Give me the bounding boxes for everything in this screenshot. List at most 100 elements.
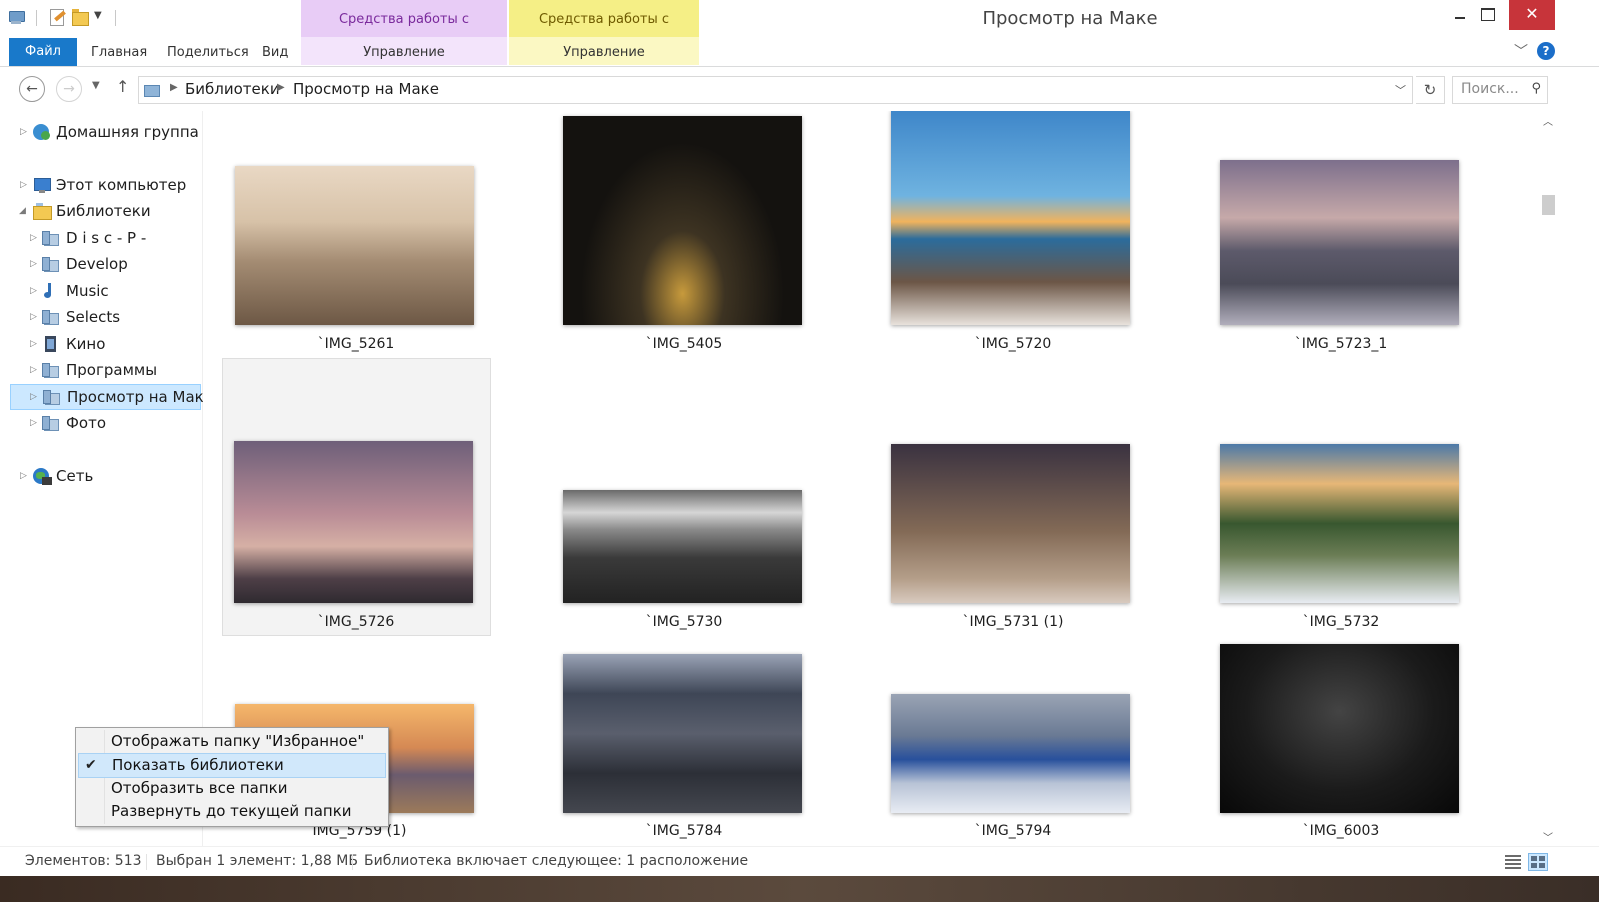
new-folder-icon[interactable]	[71, 8, 89, 26]
tree-item-this-pc[interactable]: ▷ Этот компьютер	[18, 173, 198, 197]
menu-item-show-all-folders[interactable]: Отобразить все папки	[78, 777, 384, 800]
computer-icon	[33, 177, 51, 193]
help-icon[interactable]: ?	[1537, 42, 1555, 60]
tab-file[interactable]: Файл	[9, 38, 77, 66]
tree-item-homegroup[interactable]: ▷ Домашняя группа	[18, 120, 199, 144]
expand-arrow-icon[interactable]: ▷	[30, 411, 37, 435]
status-separator	[352, 854, 353, 870]
tree-item-develop[interactable]: ▷ Develop	[28, 252, 198, 276]
thumbnail-image[interactable]	[234, 441, 473, 603]
pictures-library-icon	[42, 415, 60, 431]
menu-item-expand-to-current[interactable]: Развернуть до текущей папки	[78, 800, 384, 823]
menu-item-label: Показать библиотеки	[112, 756, 284, 774]
library-icon	[42, 230, 60, 246]
tab-home[interactable]: Главная	[91, 37, 147, 65]
thumbnail-image[interactable]	[891, 111, 1130, 325]
expand-arrow-icon[interactable]: ▷	[30, 332, 37, 356]
scroll-thumb[interactable]	[1542, 195, 1555, 215]
tab-manage-pictures[interactable]: Управление	[509, 37, 699, 65]
tree-item-programs[interactable]: ▷ Программы	[28, 358, 198, 382]
library-tools-title: Средства работы с библиотекой	[301, 0, 507, 67]
thumbnail-image[interactable]	[235, 166, 474, 325]
tree-label: Фото	[66, 414, 107, 432]
scroll-up-arrow-icon[interactable]: ︿	[1543, 113, 1553, 128]
thumbnail-image[interactable]	[563, 490, 802, 603]
breadcrumb-current[interactable]: Просмотр на Маке	[293, 80, 439, 98]
thumbnail-image[interactable]	[1220, 160, 1459, 325]
search-input[interactable]: Поиск... ⚲	[1452, 76, 1548, 104]
recent-locations-dropdown-icon[interactable]: ▼	[92, 80, 100, 91]
tree-label: Этот компьютер	[56, 176, 187, 194]
tab-share[interactable]: Поделиться	[167, 37, 249, 65]
search-placeholder: Поиск...	[1461, 81, 1519, 97]
thumbnail-image[interactable]	[563, 654, 802, 813]
breadcrumb-separator-icon[interactable]: ▶	[277, 82, 285, 93]
large-icons-view-icon[interactable]	[1528, 853, 1548, 871]
tree-item-disc[interactable]: ▷ D i s c - P -	[28, 226, 198, 250]
address-bar[interactable]: ▶ Библиотеки ▶ Просмотр на Маке ﹀	[138, 76, 1413, 104]
tree-label: D i s c - P -	[66, 229, 147, 247]
back-button[interactable]: ←	[19, 76, 45, 102]
tree-label: Домашняя группа	[56, 123, 199, 141]
breadcrumb-libraries[interactable]: Библиотеки	[185, 80, 280, 98]
tree-label: Сеть	[56, 467, 94, 485]
status-library-info: Библиотека включает следующее: 1 располо…	[364, 853, 749, 869]
tree-label: Программы	[66, 361, 158, 379]
music-library-icon	[44, 283, 62, 299]
details-view-icon[interactable]	[1505, 854, 1521, 869]
expand-arrow-icon[interactable]: ▷	[30, 279, 37, 303]
tree-label: Selects	[66, 308, 121, 326]
expand-arrow-icon[interactable]: ▷	[30, 252, 37, 276]
thumbnail-image[interactable]	[891, 694, 1130, 813]
tree-item-network[interactable]: ▷ Сеть	[18, 464, 198, 488]
tree-item-kino[interactable]: ▷ Кино	[28, 332, 198, 356]
expand-arrow-icon[interactable]: ▷	[30, 226, 37, 250]
maximize-button[interactable]	[1463, 0, 1509, 30]
address-dropdown-icon[interactable]: ﹀	[1395, 82, 1406, 98]
scroll-down-arrow-icon[interactable]: ﹀	[1543, 829, 1553, 844]
expand-arrow-icon[interactable]: ▷	[30, 385, 37, 409]
tree-item-mac-preview[interactable]: ▷ Просмотр на Маке	[10, 384, 213, 410]
thumbnail-image[interactable]	[1220, 644, 1459, 813]
up-arrow-icon[interactable]: ↑	[116, 77, 129, 96]
library-icon	[144, 82, 160, 98]
tree-label: Develop	[66, 255, 128, 273]
qat-customize-dropdown-icon[interactable]: ▼	[94, 10, 102, 21]
status-bar: Элементов: 513 Выбран 1 элемент: 1,88 МБ…	[0, 846, 1599, 877]
expand-arrow-icon[interactable]: ▷	[30, 305, 37, 329]
tree-item-music[interactable]: ▷ Music	[28, 279, 198, 303]
menu-item-show-libraries[interactable]: ✔ Показать библиотеки	[78, 753, 386, 778]
tree-item-photo[interactable]: ▷ Фото	[28, 411, 198, 435]
library-icon	[42, 362, 60, 378]
properties-icon[interactable]	[8, 8, 26, 26]
expand-arrow-icon[interactable]: ▷	[30, 358, 37, 382]
tab-view[interactable]: Вид	[262, 37, 288, 65]
expand-arrow-icon[interactable]: ▷	[20, 120, 27, 144]
thumbnail-image[interactable]	[891, 444, 1130, 603]
status-separator	[146, 854, 147, 870]
close-button[interactable]: ✕	[1509, 0, 1555, 30]
thumbnail-image[interactable]	[563, 116, 802, 325]
file-view: `IMG_5261 `IMG_5405 `IMG_5720 `IMG_5723_…	[203, 111, 1538, 846]
qat-separator	[115, 10, 116, 26]
search-icon[interactable]: ⚲	[1531, 81, 1541, 96]
thumbnail-image[interactable]	[1220, 444, 1459, 603]
tree-item-selects[interactable]: ▷ Selects	[28, 305, 198, 329]
file-name: `IMG_5784	[645, 823, 723, 839]
network-icon	[33, 468, 52, 485]
file-name: `IMG_5794	[974, 823, 1052, 839]
menu-item-show-favorites[interactable]: Отображать папку "Избранное"	[78, 730, 384, 753]
library-icon	[42, 309, 60, 325]
tab-manage-library[interactable]: Управление	[301, 37, 507, 65]
forward-button[interactable]: →	[56, 76, 82, 102]
ribbon-expand-chevron-icon[interactable]: ﹀	[1514, 41, 1528, 61]
vertical-scrollbar[interactable]: ︿ ﹀	[1538, 111, 1559, 846]
breadcrumb-separator-icon[interactable]: ▶	[170, 82, 178, 93]
tree-item-libraries[interactable]: ◢ Библиотеки	[18, 199, 198, 223]
refresh-button[interactable]: ↻	[1416, 76, 1445, 104]
expand-arrow-icon[interactable]: ▷	[20, 464, 27, 488]
edit-icon[interactable]	[48, 8, 66, 26]
file-name: `IMG_5261	[317, 336, 395, 352]
expand-arrow-icon[interactable]: ▷	[20, 173, 27, 197]
collapse-arrow-icon[interactable]: ◢	[19, 199, 26, 223]
